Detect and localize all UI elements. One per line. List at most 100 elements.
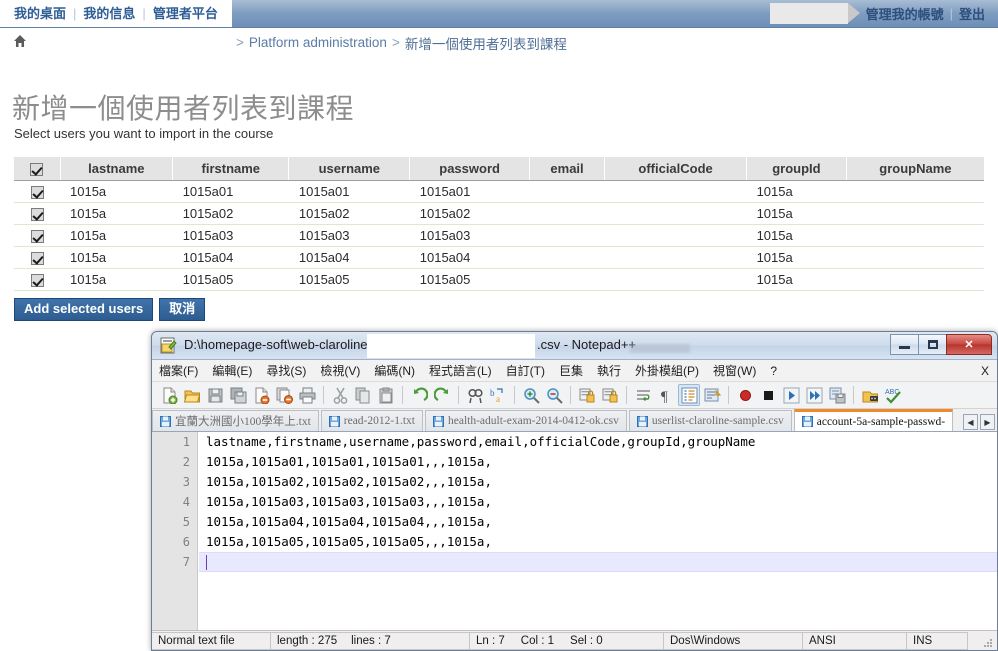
menu-language[interactable]: 程式語言(L) — [422, 360, 499, 382]
select-all-checkbox[interactable] — [30, 162, 44, 176]
redo-icon[interactable] — [431, 384, 453, 406]
maximize-icon[interactable] — [918, 334, 947, 355]
window-title-suffix: .csv - Notepad++ — [537, 337, 636, 352]
column-header-lastname[interactable]: lastname — [60, 157, 174, 181]
menu-run[interactable]: 執行 — [590, 360, 628, 382]
row-select-cell[interactable] — [14, 202, 60, 225]
menu-search[interactable]: 尋找(S) — [259, 360, 313, 382]
document-tab-active[interactable]: account-5a-sample-passwd- — [793, 409, 954, 431]
saved-file-icon — [636, 415, 648, 427]
save-macro-icon[interactable] — [826, 384, 848, 406]
menu-bar: 檔案(F) 編輯(E) 尋找(S) 檢視(V) 編碼(N) 程式語言(L) 自訂… — [152, 360, 997, 382]
run-icon[interactable] — [859, 384, 881, 406]
column-header-groupname[interactable]: groupName — [846, 157, 984, 181]
menu-help[interactable]: ? — [763, 360, 784, 382]
record-macro-icon[interactable] — [734, 384, 756, 406]
sync-horizontal-scroll-icon[interactable] — [599, 384, 621, 406]
close-file-icon[interactable] — [250, 384, 272, 406]
row-select-cell[interactable] — [14, 246, 60, 269]
editor-text-content[interactable]: lastname,firstname,username,password,ema… — [199, 432, 997, 630]
print-icon[interactable] — [296, 384, 318, 406]
row-select-cell[interactable] — [14, 224, 60, 247]
zoom-in-icon[interactable] — [520, 384, 542, 406]
user-defined-language-icon[interactable] — [701, 384, 723, 406]
cell-username: 1015a04 — [288, 246, 410, 269]
cell-password: 1015a04 — [409, 246, 530, 269]
line-number: 6 — [182, 535, 190, 549]
document-tab[interactable]: 宜蘭大洲國小100學年上.txt — [152, 410, 319, 431]
column-header-officialcode[interactable]: officialCode — [604, 157, 748, 181]
sync-vertical-scroll-icon[interactable] — [576, 384, 598, 406]
row-checkbox[interactable] — [30, 185, 44, 199]
zoom-out-icon[interactable] — [543, 384, 565, 406]
menu-window[interactable]: 視窗(W) — [706, 360, 763, 382]
column-header-email[interactable]: email — [529, 157, 606, 181]
column-header-groupid[interactable]: groupId — [746, 157, 847, 181]
save-icon[interactable] — [204, 384, 226, 406]
column-header-password[interactable]: password — [409, 157, 530, 181]
document-tab-label: read-2012-1.txt — [343, 415, 415, 427]
editor-area[interactable]: 1 2 3 4 5 6 7 lastname,firstname,usernam… — [152, 432, 997, 631]
breadcrumb-platform-administration[interactable]: Platform administration — [249, 35, 387, 50]
row-select-cell[interactable] — [14, 180, 60, 203]
menu-close-document-button[interactable]: X — [981, 364, 989, 378]
cell-groupname — [846, 224, 984, 247]
table-row: 1015a 1015a01 1015a01 1015a01 1015a — [14, 180, 984, 203]
notepad-plus-plus-window[interactable]: D:\homepage-soft\web-claroline\ .csv - N… — [151, 331, 998, 651]
cut-icon[interactable] — [329, 384, 351, 406]
column-header-username[interactable]: username — [288, 157, 411, 181]
menu-file[interactable]: 檔案(F) — [152, 360, 205, 382]
cancel-button[interactable]: 取消 — [159, 298, 206, 321]
menu-macro[interactable]: 巨集 — [552, 360, 590, 382]
menu-view[interactable]: 檢視(V) — [313, 360, 367, 382]
window-title-path: D:\homepage-soft\web-claroline\ — [184, 337, 372, 352]
stop-recording-icon[interactable] — [757, 384, 779, 406]
open-file-icon[interactable] — [181, 384, 203, 406]
replace-icon[interactable]: ba — [487, 384, 509, 406]
indent-guide-icon[interactable] — [678, 384, 700, 406]
run-macro-multiple-icon[interactable] — [803, 384, 825, 406]
spell-check-icon[interactable]: ABC — [882, 384, 904, 406]
new-file-icon[interactable] — [158, 384, 180, 406]
row-checkbox[interactable] — [30, 229, 44, 243]
cell-lastname: 1015a — [60, 268, 173, 291]
nav-logout[interactable]: 登出 — [954, 4, 990, 23]
window-titlebar[interactable]: D:\homepage-soft\web-claroline\ .csv - N… — [152, 332, 997, 360]
close-all-icon[interactable] — [273, 384, 295, 406]
minimize-icon[interactable] — [890, 334, 919, 355]
menu-encoding[interactable]: 編碼(N) — [367, 360, 422, 382]
row-checkbox[interactable] — [30, 207, 44, 221]
select-all-header[interactable] — [14, 157, 61, 181]
row-checkbox[interactable] — [30, 251, 44, 265]
tab-scroll-left-button[interactable]: ◀ — [963, 414, 978, 430]
undo-icon[interactable] — [408, 384, 430, 406]
tab-scroll-right-button[interactable]: ▶ — [980, 414, 995, 430]
document-tab[interactable]: read-2012-1.txt — [320, 410, 423, 431]
cell-officialcode — [604, 246, 747, 269]
resize-grip-icon[interactable] — [982, 637, 994, 649]
find-icon[interactable] — [464, 384, 486, 406]
nav-my-desktop[interactable]: 我的桌面 — [8, 0, 72, 27]
home-icon[interactable] — [12, 33, 28, 49]
menu-settings[interactable]: 自訂(T) — [499, 360, 552, 382]
word-wrap-icon[interactable] — [632, 384, 654, 406]
paste-icon[interactable] — [375, 384, 397, 406]
menu-plugins[interactable]: 外掛模組(P) — [628, 360, 706, 382]
document-tab[interactable]: userlist-claroline-sample.csv — [628, 410, 792, 431]
add-selected-users-button[interactable]: Add selected users — [14, 298, 154, 321]
document-tab[interactable]: health-adult-exam-2014-0412-ok.csv — [424, 410, 627, 431]
copy-icon[interactable] — [352, 384, 374, 406]
nav-manage-account[interactable]: 管理我的帳號 — [861, 4, 949, 23]
menu-edit[interactable]: 編輯(E) — [205, 360, 259, 382]
play-macro-icon[interactable] — [780, 384, 802, 406]
nav-my-info[interactable]: 我的信息 — [77, 0, 141, 27]
close-icon[interactable]: ✕ — [946, 334, 992, 355]
row-select-cell[interactable] — [14, 268, 60, 291]
show-all-characters-icon[interactable]: ¶ — [655, 384, 677, 406]
column-header-firstname[interactable]: firstname — [172, 157, 290, 181]
toolbar-divider — [626, 386, 627, 404]
row-checkbox[interactable] — [30, 273, 44, 287]
nav-admin-platform[interactable]: 管理者平台 — [147, 0, 224, 27]
save-all-icon[interactable] — [227, 384, 249, 406]
breadcrumb-trail: > Platform administration > 新增一個使用者列表到課程 — [236, 29, 567, 56]
